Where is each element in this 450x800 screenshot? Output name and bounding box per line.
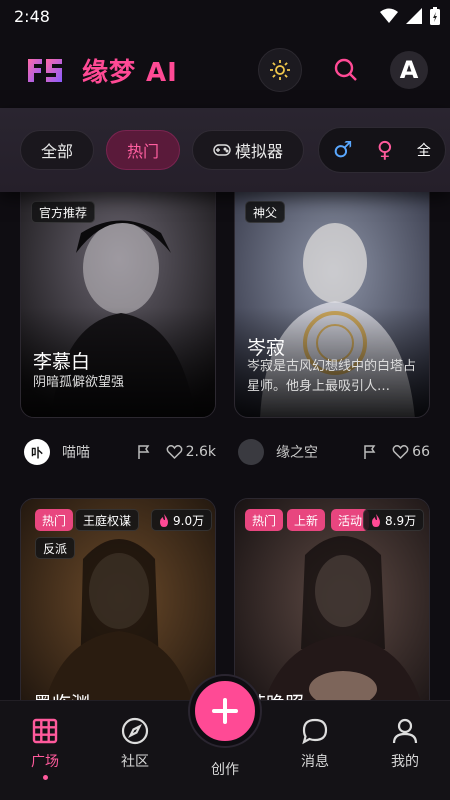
tag: 官方推荐 <box>31 201 96 223</box>
tag: 反派 <box>35 537 76 559</box>
search-icon <box>334 58 357 81</box>
character-desc: 岑寂是古风幻想线中的白塔占星师。他身上最吸引人… <box>247 359 417 394</box>
signal-icon <box>406 8 422 24</box>
chip-label: 全部 <box>41 142 74 161</box>
active-indicator <box>42 775 48 780</box>
character-name: 岑寂 <box>247 337 286 359</box>
chip-label: 热门 <box>127 142 160 161</box>
character-card[interactable]: 热门 上新 活动 8.9万 苏晚照 <box>234 498 430 700</box>
filter-chip-hot[interactable]: 热门 <box>106 130 181 170</box>
compass-icon <box>121 717 149 745</box>
heat-count: 9.0万 <box>173 513 205 528</box>
heart-icon[interactable] <box>392 444 409 460</box>
heart-icon[interactable] <box>166 444 183 460</box>
tag: 神父 <box>245 201 286 223</box>
flame-icon <box>160 513 168 527</box>
author-name[interactable]: 喵喵 <box>62 442 136 462</box>
search-button[interactable] <box>324 48 368 92</box>
female-filter-button[interactable]: ♀ <box>377 138 393 163</box>
author-row: 卟 喵喵 2.6k <box>24 436 216 468</box>
grid-icon <box>32 718 58 744</box>
filter-chip-simulator[interactable]: 模拟器 <box>192 130 305 170</box>
character-card[interactable]: 官方推荐 李慕白 阴暗孤僻欲望强 <box>20 192 216 418</box>
nav-label: 消息 <box>301 754 329 770</box>
nav-label: 创作 <box>211 762 239 778</box>
nav-item-messages[interactable]: 消息 <box>285 717 345 771</box>
character-feed[interactable]: 官方推荐 李慕白 阴暗孤僻欲望强 神父 岑寂 岑寂是古风幻想线中的白塔占星师。他… <box>0 192 450 700</box>
character-name: 李慕白 <box>33 351 91 373</box>
sun-icon <box>270 60 290 80</box>
filter-bar: 全部 热门 模拟器 ♂ ♀ 全 <box>0 108 450 192</box>
status-icons <box>380 7 440 25</box>
app-logo <box>28 59 62 82</box>
author-row: 缘之空 66 <box>238 436 430 468</box>
all-gender-filter-button[interactable]: 全 <box>417 140 431 160</box>
app-title: 缘梦 AI <box>82 57 178 88</box>
nav-label: 广场 <box>31 754 59 770</box>
create-fab-button[interactable] <box>190 676 260 746</box>
avatar[interactable]: A <box>390 51 428 89</box>
wifi-icon <box>380 8 398 23</box>
nav-label: 社区 <box>121 754 149 770</box>
character-card[interactable]: 神父 岑寂 岑寂是古风幻想线中的白塔占星师。他身上最吸引人… <box>234 192 430 418</box>
flame-icon <box>372 513 380 527</box>
plus-icon <box>212 698 238 724</box>
tag: 热门 <box>245 509 284 531</box>
author-avatar[interactable]: 卟 <box>24 439 50 465</box>
author-name[interactable]: 缘之空 <box>276 442 362 462</box>
gender-filter: ♂ ♀ 全 <box>318 127 446 173</box>
author-avatar[interactable] <box>238 439 264 465</box>
nav-label: 我的 <box>391 754 419 770</box>
app-header: 缘梦 AI A <box>0 40 450 100</box>
like-count: 2.6k <box>185 444 216 460</box>
character-desc: 阴暗孤僻欲望强 <box>33 375 125 390</box>
status-bar: 2:48 <box>0 0 450 32</box>
chip-label: 模拟器 <box>235 142 284 161</box>
heat-badge: 9.0万 <box>151 509 213 531</box>
battery-icon <box>430 7 440 25</box>
filter-chip-all[interactable]: 全部 <box>20 130 95 170</box>
gamepad-icon <box>213 144 231 156</box>
status-time: 2:48 <box>14 6 50 26</box>
tag: 上新 <box>287 509 326 531</box>
character-card[interactable]: 热门 王庭权谋 9.0万 反派 墨临渊 <box>20 498 216 700</box>
flag-icon[interactable] <box>136 444 152 460</box>
male-filter-button[interactable]: ♂ <box>333 138 353 163</box>
nav-item-plaza[interactable]: 广场 <box>15 717 75 780</box>
tag: 王庭权谋 <box>75 509 140 531</box>
nav-item-profile[interactable]: 我的 <box>375 717 435 771</box>
heat-badge: 8.9万 <box>363 509 425 531</box>
user-icon <box>392 718 418 744</box>
chat-icon <box>302 718 328 745</box>
heat-count: 8.9万 <box>385 513 417 528</box>
theme-toggle-button[interactable] <box>258 48 302 92</box>
like-count: 66 <box>412 444 430 460</box>
nav-item-community[interactable]: 社区 <box>105 717 165 771</box>
flag-icon[interactable] <box>362 444 378 460</box>
character-name: 墨临渊 <box>33 689 90 700</box>
tag: 热门 <box>35 509 74 531</box>
